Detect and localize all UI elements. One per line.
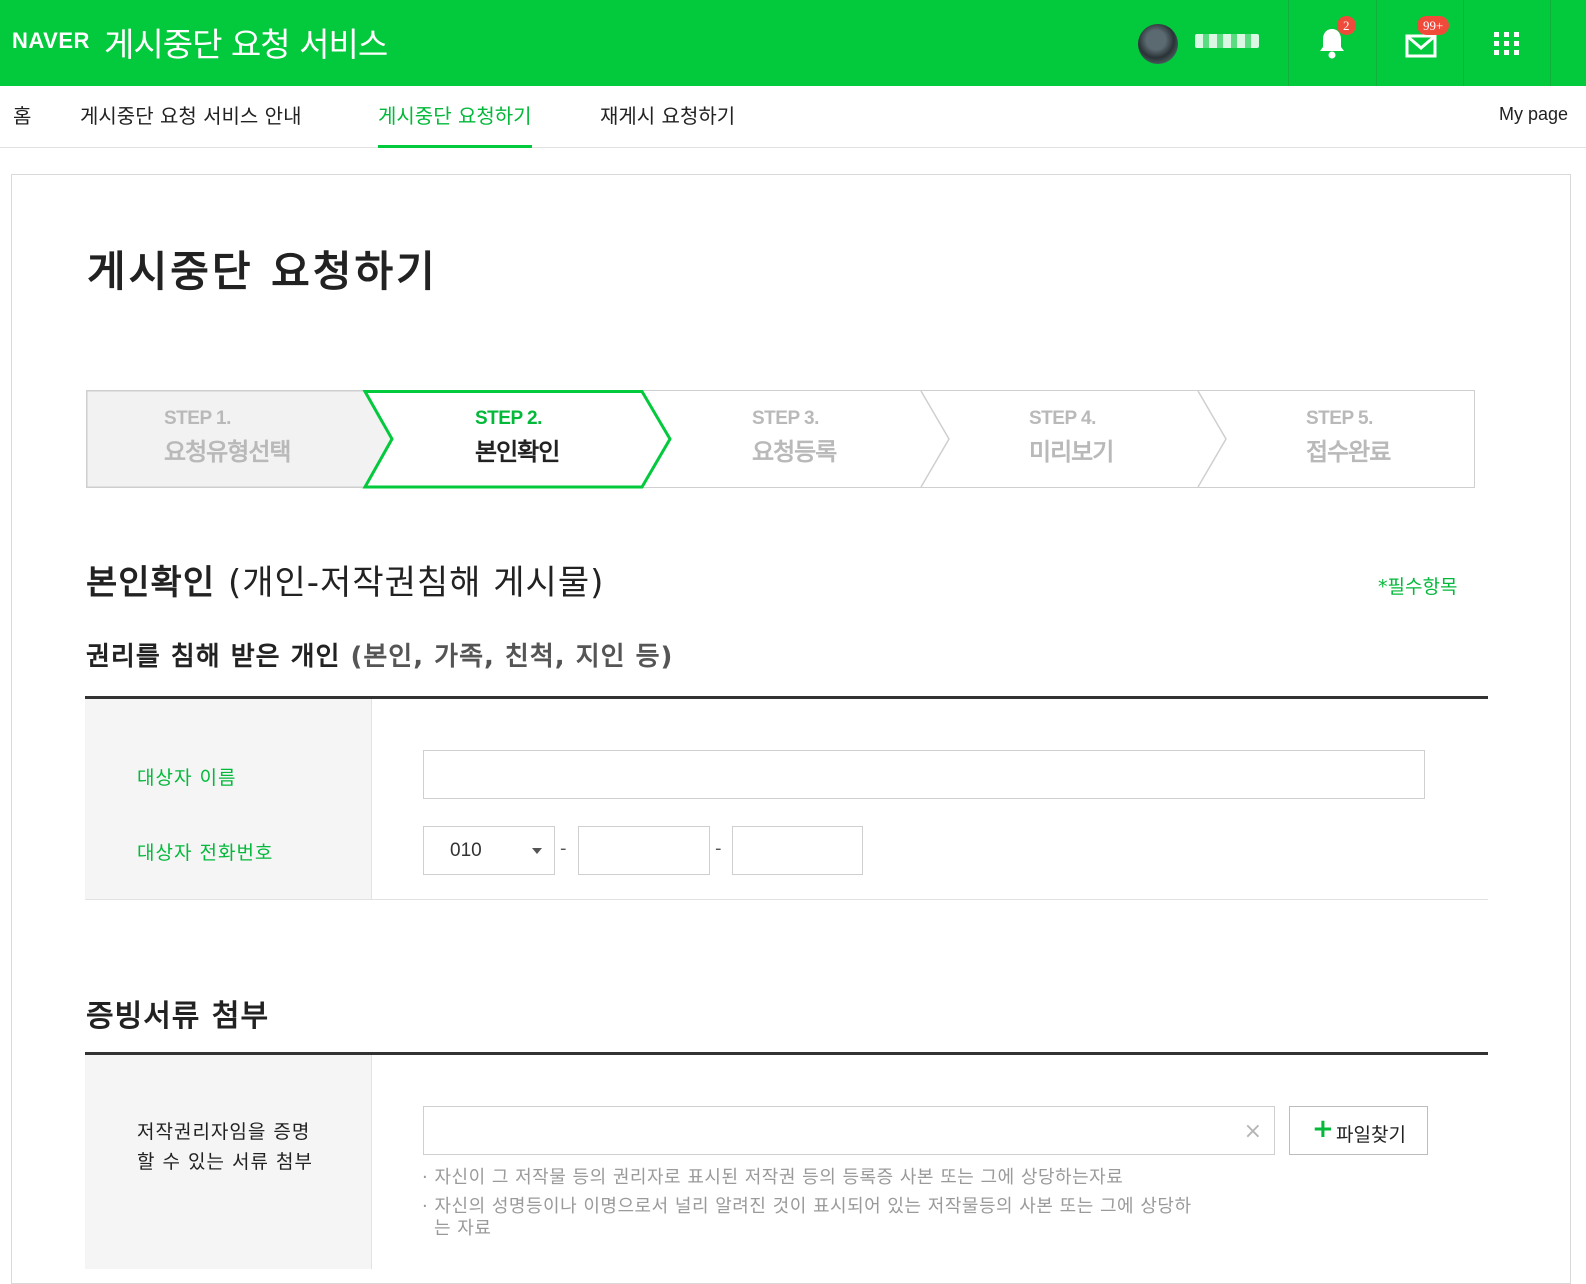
step-3-number: STEP 3. xyxy=(752,408,819,429)
nav-repost-request[interactable]: 재게시 요청하기 xyxy=(600,100,735,148)
documents-section-title: 증빙서류 첨부 xyxy=(86,999,270,1034)
phone-label: 대상자 전화번호 xyxy=(137,842,274,864)
victim-subtitle: 권리를 침해 받은 개인 (본인, 가족, 친척, 지인 등) xyxy=(86,636,673,673)
document-note-1: · 자신이 그 저작물 등의 권리자로 표시된 저작권 등의 등록증 사본 또는… xyxy=(422,1167,1124,1188)
main-nav: 홈 게시중단 요청 서비스 안내 게시중단 요청하기 재게시 요청하기 My p… xyxy=(0,86,1586,148)
step-1: STEP 1. 요청유형선택 xyxy=(164,408,291,467)
top-bar: NAVER 게시중단 요청 서비스 2 99+ xyxy=(0,0,1586,86)
naver-logo[interactable]: NAVER xyxy=(12,28,90,54)
proof-document-label-line2: 할 수 있는 서류 첨부 xyxy=(137,1151,313,1173)
user-name-blurred[interactable] xyxy=(1195,34,1259,48)
mypage-link[interactable]: My page xyxy=(1499,104,1568,125)
nav-service-guide[interactable]: 게시중단 요청 서비스 안내 xyxy=(80,100,301,148)
step-5: STEP 5. 접수완료 xyxy=(1306,408,1391,467)
step-3: STEP 3. 요청등록 xyxy=(752,408,837,467)
step-2-name: 본인확인 xyxy=(475,438,560,466)
identity-title-sub: (개인-저작권침해 게시물) xyxy=(227,563,605,603)
clear-icon[interactable]: × xyxy=(1244,1119,1262,1144)
page-title: 게시중단 요청하기 xyxy=(87,247,438,296)
step-1-number: STEP 1. xyxy=(164,408,231,429)
phone-dash: - xyxy=(715,838,722,859)
phone-last-input[interactable] xyxy=(732,826,863,875)
step-2-current: STEP 2. 본인확인 xyxy=(475,408,560,467)
mail-count-badge: 99+ xyxy=(1417,16,1450,35)
step-indicator: STEP 1. 요청유형선택 STEP 2. 본인확인 STEP 3. 요청등록… xyxy=(86,390,1488,490)
nav-takedown-request[interactable]: 게시중단 요청하기 xyxy=(378,100,532,148)
step-4-number: STEP 4. xyxy=(1029,408,1096,429)
file-path-input[interactable]: × xyxy=(423,1106,1275,1155)
phone-prefix-select[interactable]: 010 xyxy=(423,826,555,875)
step-3-name: 요청등록 xyxy=(752,438,837,466)
notifications-button[interactable]: 2 xyxy=(1289,0,1376,86)
identity-section-title: 본인확인 (개인-저작권침해 게시물) xyxy=(86,555,604,604)
step-1-name: 요청유형선택 xyxy=(164,438,291,466)
required-fields-note: *필수항목 xyxy=(1378,576,1458,598)
victim-subtitle-main: 권리를 침해 받은 개인 xyxy=(86,642,341,672)
apps-menu-button[interactable] xyxy=(1464,0,1551,86)
header-divider xyxy=(1550,0,1551,86)
name-input[interactable] xyxy=(423,750,1425,799)
find-file-label: 파일찾기 xyxy=(1336,1124,1406,1146)
step-4: STEP 4. 미리보기 xyxy=(1029,408,1114,467)
step-5-number: STEP 5. xyxy=(1306,408,1373,429)
proof-document-label-line1: 저작권리자임을 증명 xyxy=(137,1121,311,1143)
find-file-button[interactable]: + 파일찾기 xyxy=(1289,1106,1428,1155)
nav-home[interactable]: 홈 xyxy=(13,100,31,148)
phone-dash: - xyxy=(560,838,567,859)
form-label-column xyxy=(85,699,372,899)
document-note-2-cont: 는 자료 xyxy=(434,1218,492,1239)
step-4-name: 미리보기 xyxy=(1029,438,1114,466)
step-2-number: STEP 2. xyxy=(475,408,542,429)
user-avatar[interactable] xyxy=(1138,24,1178,64)
proof-document-label: 저작권리자임을 증명 할 수 있는 서류 첨부 xyxy=(137,1117,313,1177)
name-label: 대상자 이름 xyxy=(137,767,237,789)
plus-icon: + xyxy=(1312,1114,1334,1144)
dropdown-arrow-icon xyxy=(532,848,542,854)
phone-prefix-value: 010 xyxy=(450,840,482,861)
identity-title: 본인확인 xyxy=(86,563,216,603)
mail-button[interactable]: 99+ xyxy=(1377,0,1464,86)
step-5-name: 접수완료 xyxy=(1306,438,1391,466)
notification-count-badge: 2 xyxy=(1337,16,1356,35)
service-title[interactable]: 게시중단 요청 서비스 xyxy=(104,18,388,66)
victim-subtitle-sub: (본인, 가족, 친척, 지인 등) xyxy=(350,642,674,672)
document-note-2: · 자신의 성명등이나 이명으로서 널리 알려진 것이 표시되어 있는 저작물등… xyxy=(422,1196,1192,1217)
grid-apps-icon xyxy=(1494,32,1519,55)
phone-middle-input[interactable] xyxy=(578,826,710,875)
